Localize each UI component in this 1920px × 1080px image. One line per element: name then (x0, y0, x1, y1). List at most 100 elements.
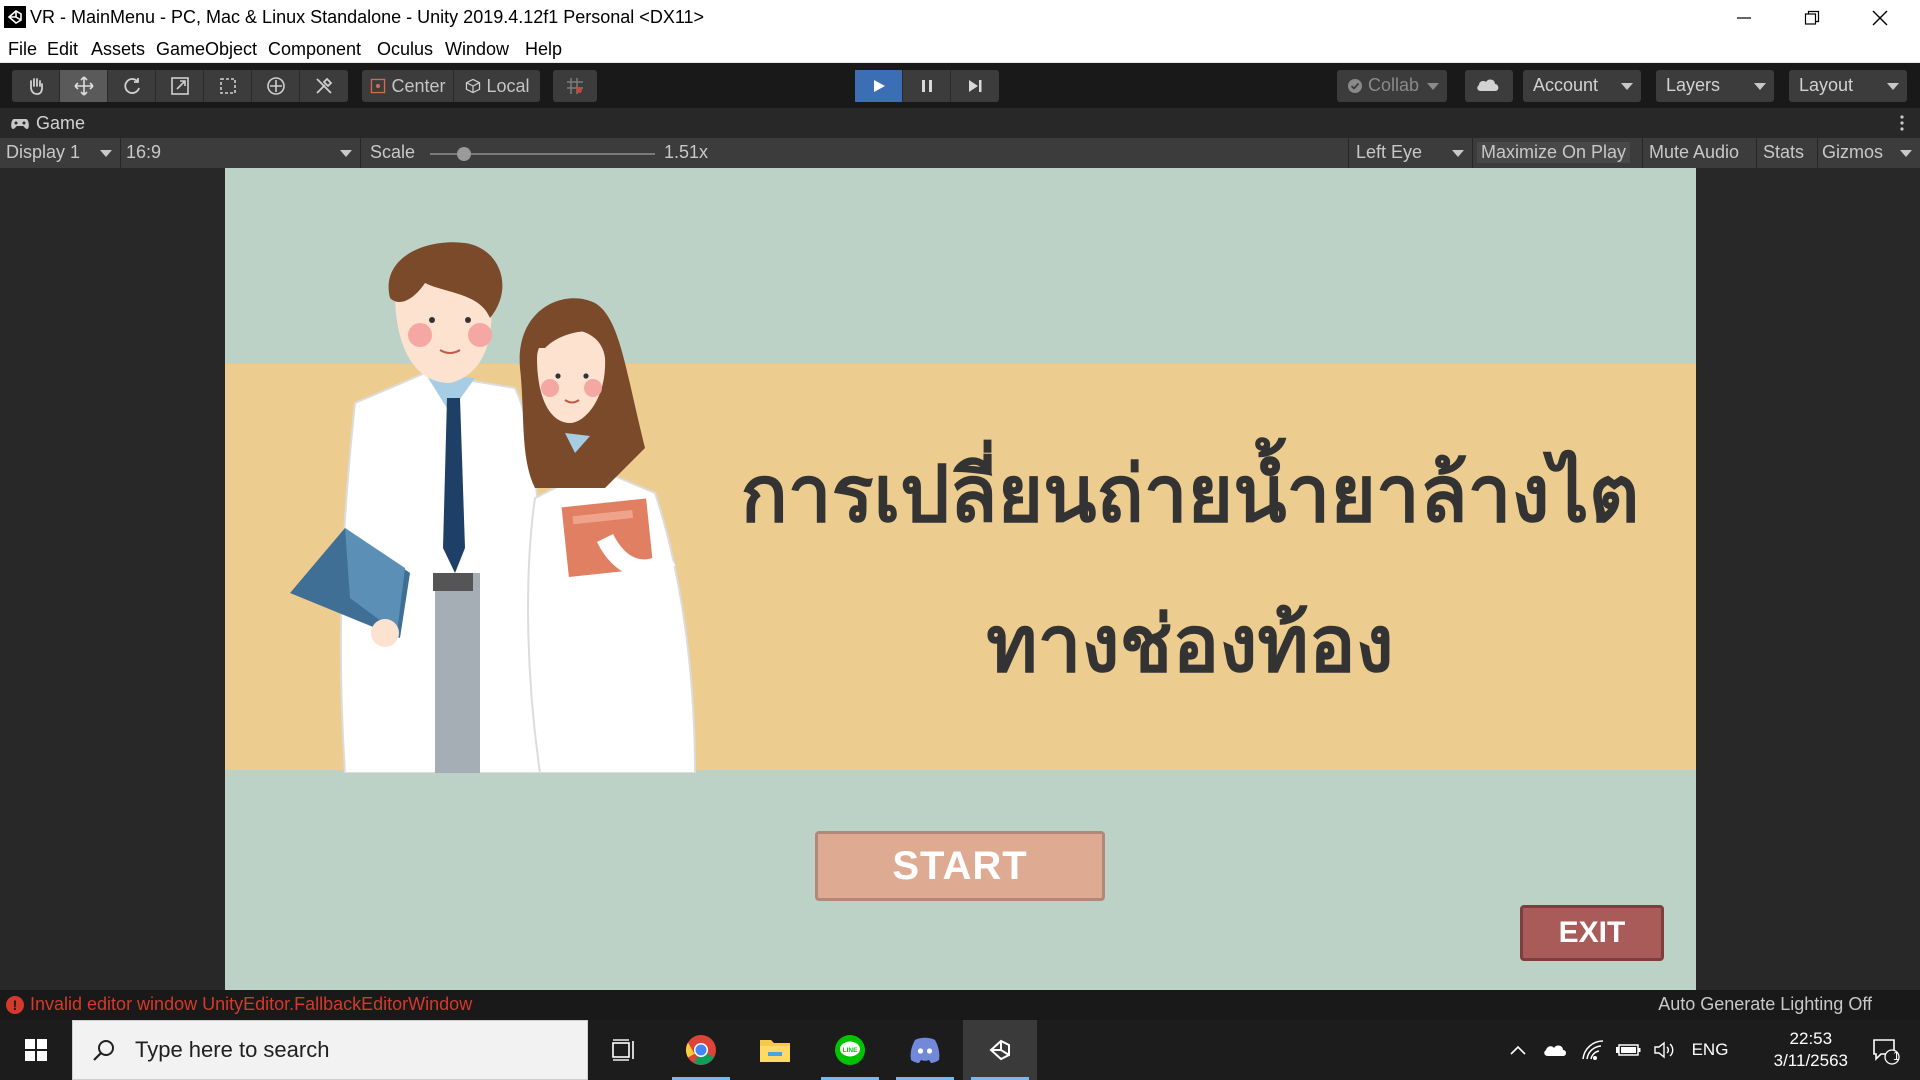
taskbar-search[interactable]: Type here to search (72, 1020, 588, 1080)
menu-component[interactable]: Component (268, 39, 361, 60)
clock-date: 3/11/2563 (1773, 1051, 1848, 1070)
pause-button[interactable] (903, 70, 951, 102)
svg-text:LINE: LINE (843, 1047, 858, 1054)
battery-icon (1616, 1044, 1641, 1056)
grid-snap-button[interactable] (553, 70, 597, 102)
layers-label: Layers (1666, 75, 1721, 95)
language-indicator[interactable]: ENG (1686, 1020, 1734, 1080)
menu-bar: File Edit Assets GameObject Component Oc… (0, 35, 1920, 63)
grid-snap-toggle[interactable] (553, 70, 597, 102)
space-label: Local (486, 75, 530, 96)
error-icon: ! (6, 995, 24, 1014)
menu-help[interactable]: Help (525, 39, 562, 60)
task-view-button[interactable] (587, 1020, 661, 1080)
maximize-on-play-toggle[interactable]: Maximize On Play (1477, 142, 1631, 163)
tray-overflow-button[interactable] (1502, 1020, 1534, 1080)
close-button[interactable] (1846, 0, 1914, 35)
layout-dropdown[interactable]: Layout (1789, 70, 1907, 102)
pivot-center-button[interactable]: Center (362, 70, 454, 102)
minimize-icon (1737, 16, 1751, 19)
check-circle-icon (1348, 78, 1362, 93)
start-menu-button[interactable] (0, 1020, 72, 1080)
divider (360, 138, 361, 168)
account-dropdown[interactable]: Account (1523, 70, 1641, 102)
menu-oculus[interactable]: Oculus (377, 39, 433, 60)
divider (1472, 138, 1473, 168)
battery-tray[interactable] (1612, 1020, 1646, 1080)
cloud-icon (1477, 79, 1499, 91)
line-app-icon: LINE (835, 1035, 865, 1065)
custom-tool-button[interactable] (300, 70, 348, 102)
kebab-menu-icon[interactable] (1900, 115, 1904, 135)
stats-toggle[interactable]: Stats (1763, 142, 1804, 163)
taskbar-line[interactable]: LINE (813, 1020, 887, 1080)
taskbar-unity[interactable] (963, 1020, 1037, 1080)
hand-icon (29, 78, 43, 95)
error-message: Invalid editor window UnityEditor.Fallba… (30, 994, 473, 1014)
taskbar-clock[interactable]: 22:53 3/11/2563 (1774, 1028, 1848, 1072)
exit-button[interactable]: EXIT (1520, 905, 1664, 961)
mute-audio-toggle[interactable]: Mute Audio (1649, 142, 1739, 163)
taskbar-file-explorer[interactable] (738, 1020, 812, 1080)
taskbar-discord[interactable] (888, 1020, 962, 1080)
cloud-button[interactable] (1465, 70, 1513, 102)
search-placeholder: Type here to search (135, 1037, 330, 1062)
restore-icon (1804, 10, 1820, 25)
pivot-label: Center (391, 75, 446, 96)
start-button[interactable]: START (815, 831, 1105, 901)
title-bar: VR - MainMenu - PC, Mac & Linux Standalo… (0, 0, 1920, 35)
unity-logo-icon (4, 6, 26, 28)
volume-tray[interactable] (1648, 1020, 1682, 1080)
wifi-icon (1582, 1040, 1604, 1060)
chevron-down-icon (1427, 83, 1439, 90)
scale-slider-handle[interactable] (456, 147, 471, 161)
tab-game[interactable]: Game (10, 113, 85, 134)
transform-tool-button[interactable] (252, 70, 300, 102)
menu-window[interactable]: Window (445, 39, 509, 60)
scale-tool-button[interactable] (156, 70, 204, 102)
discord-icon (910, 1037, 940, 1063)
action-center-button[interactable]: 1 (1850, 1020, 1920, 1080)
tab-game-label: Game (36, 113, 86, 133)
windows-logo-icon (25, 1039, 47, 1061)
minimize-button[interactable] (1710, 0, 1778, 35)
unity-app-icon (989, 1039, 1010, 1061)
layers-dropdown[interactable]: Layers (1656, 70, 1774, 102)
aspect-dropdown[interactable]: 16:9 (126, 142, 161, 163)
menu-gameobject[interactable]: GameObject (156, 39, 257, 60)
scale-icon (170, 77, 189, 95)
collab-dropdown[interactable]: Collab (1337, 70, 1447, 102)
step-button[interactable] (951, 70, 999, 102)
pivot-local-button[interactable]: Local (454, 70, 540, 102)
chevron-down-icon (100, 150, 112, 157)
hand-tool-button[interactable] (12, 70, 60, 102)
restore-button[interactable] (1778, 0, 1846, 35)
cloud-icon (1544, 1045, 1566, 1056)
layout-label: Layout (1799, 75, 1854, 95)
menu-edit[interactable]: Edit (47, 39, 78, 60)
search-icon (93, 1040, 114, 1061)
menu-file[interactable]: File (8, 39, 37, 60)
notification-count: 1 (1893, 1049, 1900, 1063)
play-button[interactable] (855, 70, 903, 102)
eye-dropdown[interactable]: Left Eye (1356, 142, 1422, 163)
main-toolbar: Center Local Collab Account Layers Layou… (0, 63, 1920, 108)
taskbar-chrome[interactable] (664, 1020, 738, 1080)
rotate-tool-button[interactable] (108, 70, 156, 102)
chevron-down-icon (340, 150, 352, 157)
grid-icon (567, 78, 583, 94)
move-tool-button[interactable] (60, 70, 108, 102)
rect-tool-button[interactable] (204, 70, 252, 102)
gizmos-toggle[interactable]: Gizmos (1822, 142, 1883, 163)
onedrive-tray[interactable] (1538, 1020, 1572, 1080)
heading-line-1: การเปลี่ยนถ่ายน้ำยาล้างไต (740, 450, 1640, 540)
chevron-down-icon (1900, 150, 1912, 157)
lighting-status[interactable]: Auto Generate Lighting Off (1658, 994, 1872, 1015)
chevron-up-icon (1510, 1045, 1526, 1055)
console-error[interactable]: ! Invalid editor window UnityEditor.Fall… (6, 994, 472, 1015)
network-tray[interactable] (1576, 1020, 1610, 1080)
scale-label: Scale (370, 142, 416, 162)
tools-icon (316, 77, 333, 94)
display-dropdown[interactable]: Display 1 (6, 142, 80, 163)
menu-assets[interactable]: Assets (91, 39, 145, 60)
